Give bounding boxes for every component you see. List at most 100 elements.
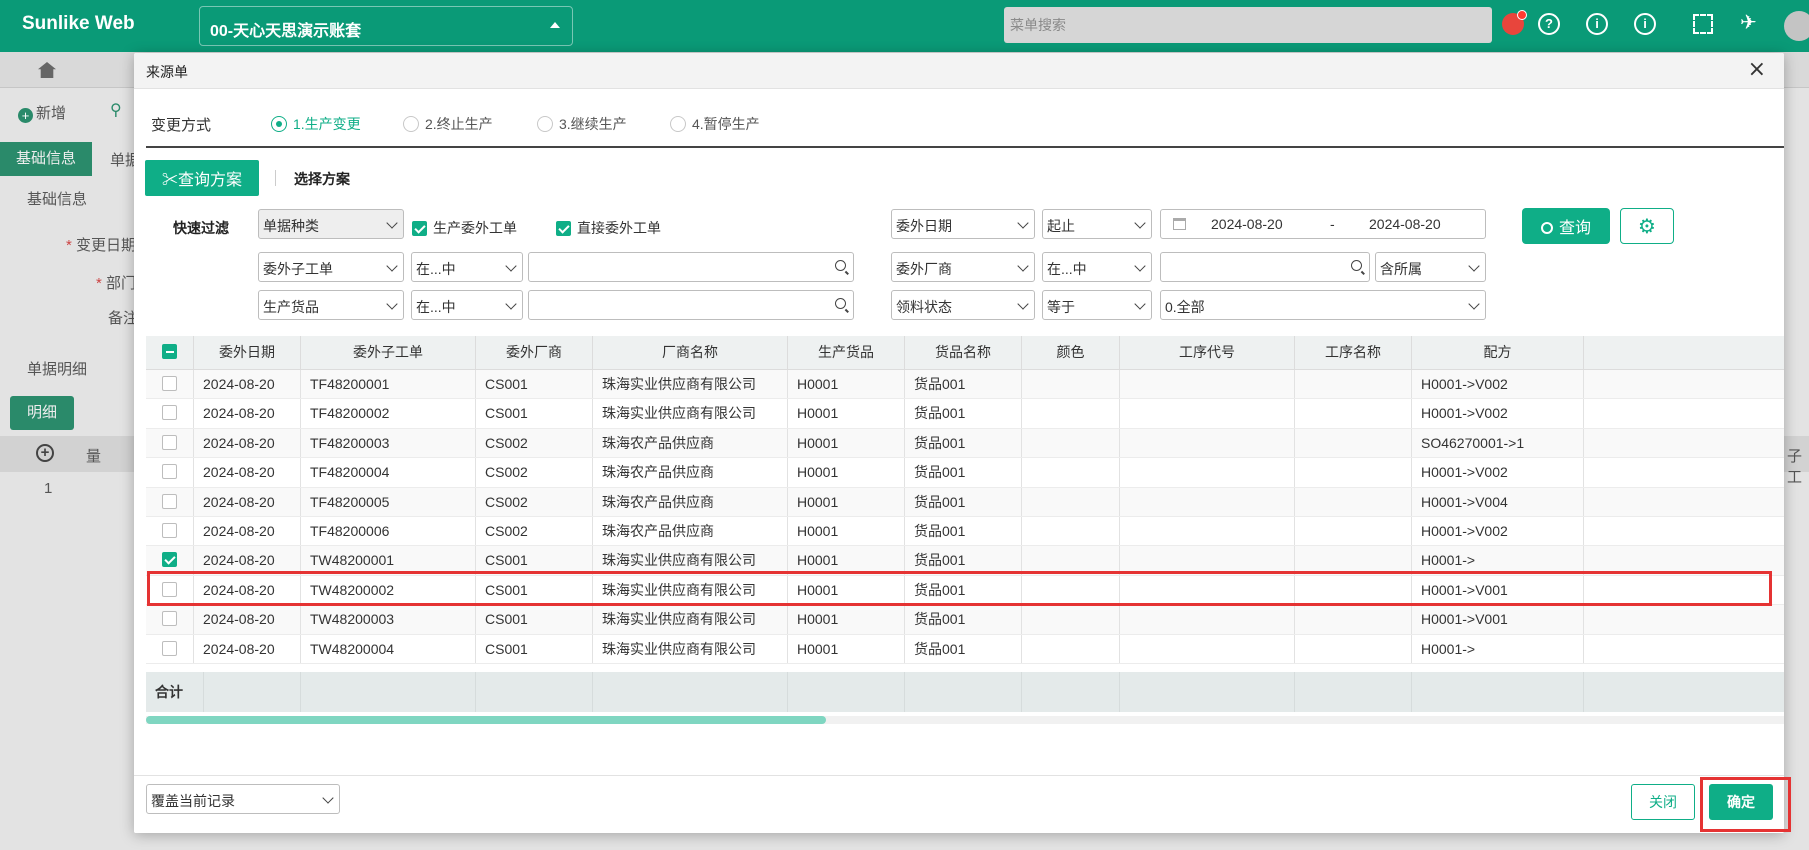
- help-icon[interactable]: ?: [1538, 13, 1560, 35]
- cell-sub-order: TF48200006: [301, 517, 476, 546]
- header-col-vendor-name[interactable]: 厂商名称: [593, 336, 788, 369]
- operator-select-1[interactable]: 在...中: [411, 252, 523, 282]
- operator-select-3[interactable]: 在...中: [411, 290, 523, 320]
- goods-field-select[interactable]: 生产货品: [258, 290, 404, 320]
- header-col-color[interactable]: 颜色: [1022, 336, 1120, 369]
- select-all-checkbox[interactable]: [146, 336, 194, 369]
- cell-op-code: [1120, 517, 1295, 546]
- broom-icon[interactable]: ✈: [1740, 10, 1757, 35]
- row-checkbox[interactable]: [146, 458, 194, 487]
- row-checkbox[interactable]: [146, 546, 194, 575]
- cell-sub-order: TW48200004: [301, 634, 476, 663]
- table-row[interactable]: 2024-08-20 TF48200002 CS001 珠海实业供应商有限公司 H000…: [146, 399, 1784, 429]
- account-selector[interactable]: 00-天心天思演示账套: [199, 6, 573, 46]
- add-row-icon[interactable]: +: [36, 444, 54, 462]
- sub-order-value-input[interactable]: [528, 252, 854, 282]
- cell-op-code: [1120, 487, 1295, 516]
- cell-op-code: [1120, 605, 1295, 634]
- cell-color: [1022, 517, 1120, 546]
- material-status-field-select[interactable]: 领料状态: [891, 290, 1035, 320]
- row-checkbox[interactable]: [146, 370, 194, 399]
- row-checkbox[interactable]: [146, 428, 194, 458]
- header-col-op-name[interactable]: 工序名称: [1295, 336, 1412, 369]
- footer-cell: [905, 672, 1022, 712]
- notification-icon[interactable]: [1502, 10, 1527, 35]
- checkbox-indeterminate-icon: [162, 344, 177, 359]
- sub-date-field-select[interactable]: 委外日期: [891, 209, 1035, 239]
- operator-select-4[interactable]: 等于: [1042, 290, 1152, 320]
- radio-pause-production[interactable]: 4.暂停生产: [670, 114, 760, 134]
- horizontal-scrollbar[interactable]: [146, 716, 1784, 724]
- table-row[interactable]: 2024-08-20 TW48200001 CS001 珠海实业供应商有限公司 H000…: [146, 546, 1784, 576]
- search-icon[interactable]: ⚲: [110, 100, 122, 120]
- table-row[interactable]: 2024-08-20 TW48200002 CS001 珠海实业供应商有限公司 H000…: [146, 575, 1784, 606]
- tab-basic-info[interactable]: 基础信息: [0, 142, 92, 176]
- table-row[interactable]: 2024-08-20 TF48200006 CS002 珠海农产品供应商 H0001 货品…: [146, 517, 1784, 547]
- apply-mode-select[interactable]: 覆盖当前记录: [146, 784, 340, 814]
- row-checkbox[interactable]: [146, 605, 194, 634]
- header-col-sub-order[interactable]: 委外子工单: [301, 336, 476, 369]
- settings-gear-button[interactable]: ⚙: [1620, 208, 1674, 244]
- info-icon[interactable]: i: [1586, 13, 1608, 35]
- date-mode-select[interactable]: 起止: [1042, 209, 1152, 239]
- date-from: 2024-08-20: [1211, 216, 1283, 232]
- chevron-down-icon: [1017, 298, 1029, 310]
- select-scheme-link[interactable]: 选择方案: [294, 169, 350, 189]
- header-col-formula[interactable]: 配方: [1412, 336, 1584, 369]
- radio-continue-production[interactable]: 3.继续生产: [537, 114, 627, 134]
- new-button[interactable]: + 新增: [18, 102, 66, 123]
- cell-vendor-name: 珠海农产品供应商: [593, 458, 788, 487]
- row-checkbox[interactable]: [146, 634, 194, 663]
- table-row[interactable]: 2024-08-20 TW48200003 CS001 珠海实业供应商有限公司 H000…: [146, 605, 1784, 635]
- table-row[interactable]: 2024-08-20 TF48200004 CS002 珠海农产品供应商 H0001 货品…: [146, 458, 1784, 488]
- cell-sub-order: TF48200005: [301, 487, 476, 516]
- header-col-vendor[interactable]: 委外厂商: [476, 336, 593, 369]
- vendor-value-input[interactable]: [1160, 252, 1370, 282]
- checkbox-checked-icon: [556, 221, 571, 236]
- avatar[interactable]: [1784, 11, 1809, 41]
- cell-sub-date: 2024-08-20: [194, 370, 301, 399]
- checkbox-prod-sub-order[interactable]: 生产委外工单: [412, 218, 517, 238]
- status-value-select[interactable]: 0.全部: [1160, 290, 1486, 320]
- goods-value-input[interactable]: [528, 290, 854, 320]
- doc-type-select[interactable]: 单据种类: [258, 209, 404, 239]
- checkbox-direct-sub-order[interactable]: 直接委外工单: [556, 218, 661, 238]
- detail-button[interactable]: 明细: [10, 396, 74, 430]
- close-button[interactable]: 关闭: [1631, 784, 1695, 820]
- fullscreen-icon[interactable]: [1693, 14, 1713, 34]
- radio-stop-production[interactable]: 2.终止生产: [403, 114, 493, 134]
- row-checkbox[interactable]: [146, 517, 194, 546]
- cell-formula: H0001->V002: [1412, 458, 1584, 487]
- about-icon[interactable]: i: [1634, 13, 1656, 35]
- header-col-sub-date[interactable]: 委外日期: [194, 336, 301, 369]
- operator-select-2[interactable]: 在...中: [1042, 252, 1152, 282]
- row-checkbox[interactable]: [146, 399, 194, 428]
- cell-sub-date: 2024-08-20: [194, 428, 301, 458]
- row-checkbox[interactable]: [146, 575, 194, 605]
- close-icon[interactable]: ×: [1748, 59, 1766, 81]
- cell-color: [1022, 634, 1120, 663]
- query-button[interactable]: 查询: [1522, 208, 1610, 244]
- dialog-title: 来源单: [146, 64, 188, 80]
- home-icon[interactable]: [38, 62, 56, 78]
- table-row[interactable]: 2024-08-20 TF48200003 CS002 珠海农产品供应商 H0001 货品…: [146, 428, 1784, 459]
- table-row[interactable]: 2024-08-20 TF48200001 CS001 珠海实业供应商有限公司 H000…: [146, 370, 1784, 400]
- vendor-field-select[interactable]: 委外厂商: [891, 252, 1035, 282]
- menu-search-input[interactable]: [1004, 7, 1492, 43]
- cell-op-name: [1295, 399, 1412, 428]
- query-scheme-button[interactable]: ✂查询方案: [145, 160, 259, 196]
- table-row[interactable]: 2024-08-20 TF48200005 CS002 珠海农产品供应商 H0001 货品…: [146, 487, 1784, 517]
- table-row[interactable]: 2024-08-20 TW48200004 CS001 珠海实业供应商有限公司 H000…: [146, 634, 1784, 664]
- scrollbar-thumb[interactable]: [146, 716, 826, 724]
- date-range-input[interactable]: 2024-08-20 - 2024-08-20: [1160, 209, 1486, 239]
- radio-production-change[interactable]: 1.生产变更: [271, 114, 361, 134]
- cell-formula: H0001->V001: [1412, 575, 1584, 605]
- cell-goods: H0001: [788, 458, 905, 487]
- header-col-op-code[interactable]: 工序代号: [1120, 336, 1295, 369]
- confirm-button[interactable]: 确定: [1709, 784, 1773, 820]
- include-sub-select[interactable]: 含所属: [1375, 252, 1486, 282]
- sub-order-field-select[interactable]: 委外子工单: [258, 252, 404, 282]
- header-col-goods-name[interactable]: 货品名称: [905, 336, 1022, 369]
- header-col-goods[interactable]: 生产货品: [788, 336, 905, 369]
- row-checkbox[interactable]: [146, 487, 194, 516]
